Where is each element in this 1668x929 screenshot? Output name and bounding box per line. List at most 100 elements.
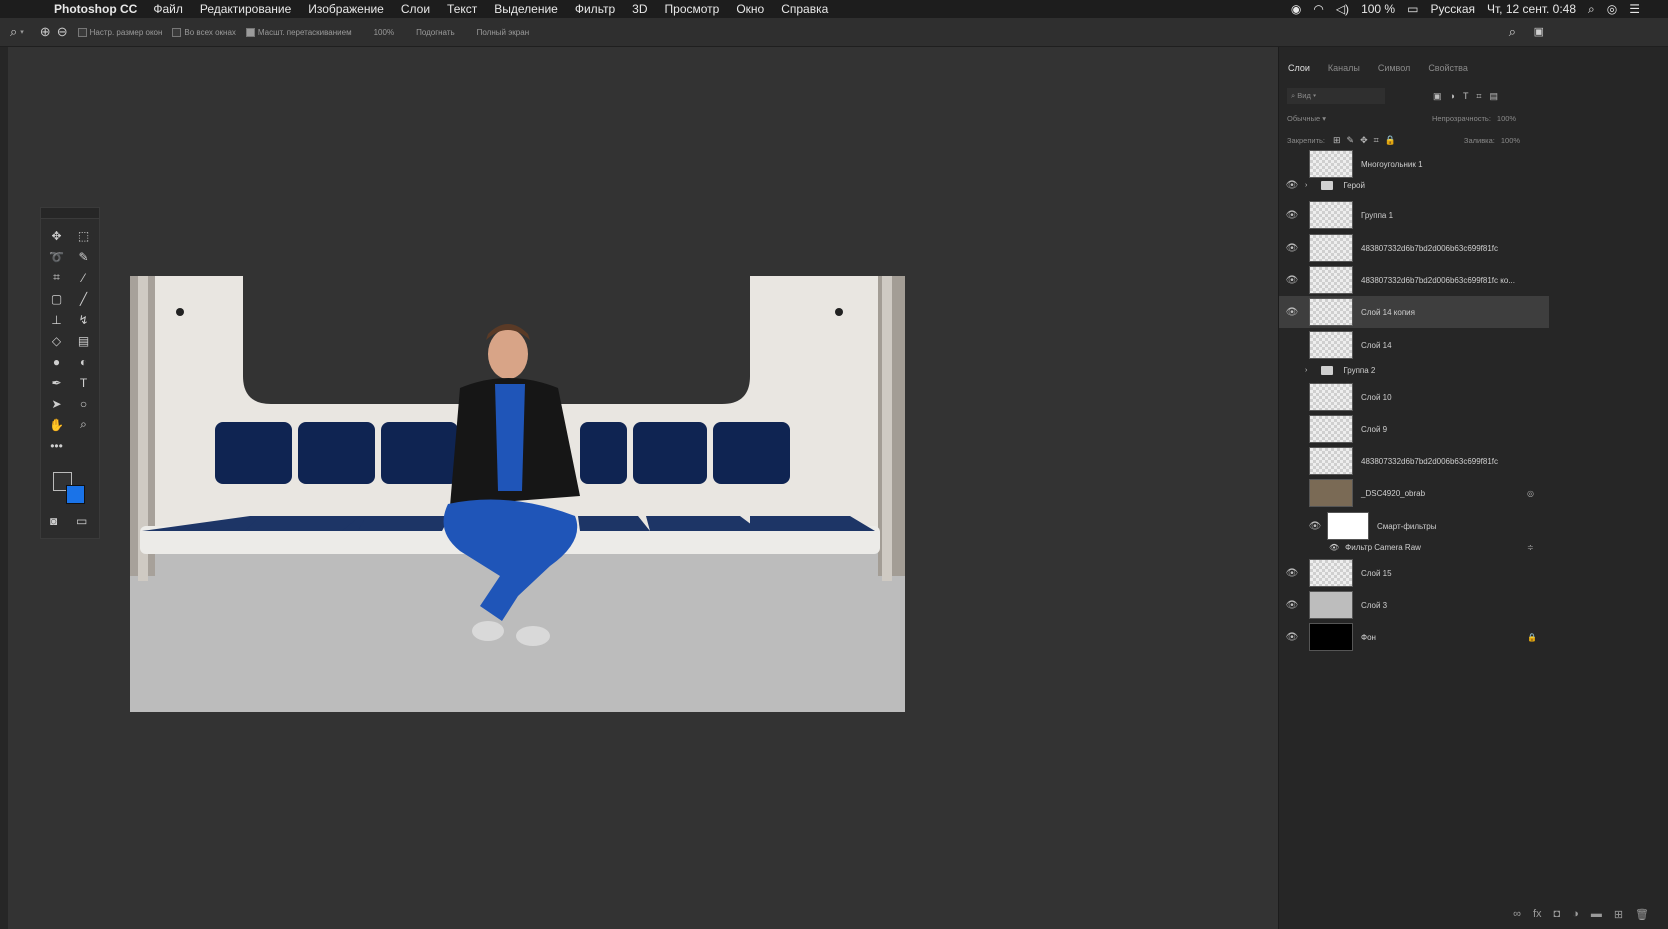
gradient-tool-icon[interactable]: ▤ [70,332,97,349]
path-select-tool-icon[interactable]: ➤ [43,395,70,412]
menu-edit[interactable]: Редактирование [200,2,291,16]
chevron-right-icon[interactable]: › [1305,182,1307,189]
layer-row[interactable]: _DSC4920_obrab ◎ [1279,477,1549,509]
layer-name[interactable]: Фильтр Camera Raw [1345,543,1421,552]
volume-icon[interactable]: ◁) [1336,2,1349,16]
eye-icon[interactable]: 👁 [1279,243,1305,254]
shape-tool-icon[interactable]: ○ [70,395,97,412]
new-layer-icon[interactable]: ⊞ [1614,908,1623,921]
layer-name[interactable]: Смарт-фильтры [1377,522,1436,531]
eye-icon[interactable]: 👁 [1279,632,1305,643]
clock[interactable]: Чт, 12 сент. 0:48 [1487,2,1576,16]
fx-icon[interactable]: fx [1533,908,1542,921]
all-windows-checkbox[interactable] [172,27,182,37]
record-icon[interactable]: ◉ [1291,2,1301,16]
app-menu[interactable]: Photoshop CC [54,2,137,16]
layer-row[interactable]: Слой 10 [1279,381,1549,413]
tab-properties[interactable]: Свойства [1428,63,1468,79]
layer-name[interactable]: Фон [1361,633,1376,642]
layer-group-row[interactable]: › Группа 2 [1279,359,1549,381]
layer-row[interactable]: 👁 Группа 1 [1279,199,1549,231]
adjustment-layer-icon[interactable]: ◑ [1572,908,1579,921]
resize-windows-checkbox[interactable] [77,27,87,37]
menu-filter[interactable]: Фильтр [575,2,615,16]
layer-name[interactable]: Многоугольник 1 [1361,160,1423,169]
crop-tool-icon[interactable]: ⌗ [43,269,70,286]
blur-tool-icon[interactable]: ● [43,353,70,370]
eye-icon[interactable]: 👁 [1279,275,1305,286]
blend-mode-select[interactable]: Обычные ▾ [1287,114,1432,123]
layer-name[interactable]: Группа 2 [1343,366,1375,375]
fill-screen-button[interactable]: Полный экран [477,28,529,37]
menu-help[interactable]: Справка [781,2,828,16]
layer-name[interactable]: Слой 3 [1361,601,1387,610]
menu-text[interactable]: Текст [447,2,477,16]
layer-name[interactable]: Слой 14 копия [1361,308,1415,317]
layer-name[interactable]: Группа 1 [1361,211,1393,220]
eye-icon[interactable]: 👁 [1279,307,1305,318]
dodge-tool-icon[interactable]: ◐ [70,353,97,370]
layer-name[interactable]: 483807332d6b7bd2d006b63c699f81fc [1361,244,1498,253]
zoom-100-button[interactable]: 100% [374,28,394,37]
quick-select-tool-icon[interactable]: ✎ [70,248,97,265]
move-tool-icon[interactable]: ✥ [43,227,70,244]
layer-name[interactable]: Слой 14 [1361,341,1392,350]
lock-icons[interactable]: ⊞✎✥⌗🔒 [1333,135,1402,146]
layer-group-row[interactable]: 👁 › Герой [1279,174,1549,196]
layer-row[interactable]: 👁 483807332d6b7bd2d006b63c699f81fc [1279,232,1549,264]
layer-row[interactable]: Слой 9 [1279,413,1549,445]
menu-image[interactable]: Изображение [308,2,384,16]
fit-screen-button[interactable]: Подогнать [416,28,455,37]
clone-stamp-tool-icon[interactable]: ⊥ [43,311,70,328]
pen-tool-icon[interactable]: ✒ [43,374,70,391]
layer-filter-icons[interactable]: ▣◑T⌗▤ [1433,91,1506,102]
new-group-icon[interactable]: ▬ [1591,908,1602,921]
link-layers-icon[interactable]: ∞ [1513,908,1521,921]
zoom-tool-icon[interactable]: ⌕ [70,416,97,433]
history-brush-tool-icon[interactable]: ↯ [70,311,97,328]
search-icon[interactable]: ⌕ [1509,24,1516,40]
workspace-icon[interactable]: ▣ [1534,25,1544,38]
tools-panel-grip[interactable] [41,208,99,219]
tab-layers[interactable]: Слои [1288,63,1310,79]
menu-file[interactable]: Файл [153,2,183,16]
wifi-icon[interactable]: ◠ [1313,2,1323,16]
lasso-tool-icon[interactable]: ➰ [43,248,70,265]
eye-icon[interactable]: 👁 [1279,568,1305,579]
menu-window[interactable]: Окно [736,2,764,16]
layer-name[interactable]: _DSC4920_obrab [1361,489,1425,498]
marquee-tool-icon[interactable]: ⬚ [70,227,97,244]
zoom-in-icon[interactable]: ⊕ [40,24,51,40]
tool-preset-chevron-icon[interactable]: ▾ [20,28,24,36]
layer-row[interactable]: Слой 14 [1279,329,1549,361]
eraser-tool-icon[interactable]: ◇ [43,332,70,349]
siri-icon[interactable]: ◎ [1607,2,1617,16]
opacity-value[interactable]: 100% [1497,114,1516,123]
eye-icon[interactable]: 👁 [1279,600,1305,611]
background-color-swatch[interactable] [66,485,85,504]
eye-icon[interactable]: 👁 [1307,521,1323,532]
layer-name[interactable]: Герой [1343,181,1365,190]
layer-name[interactable]: 483807332d6b7bd2d006b63c699f81fc [1361,457,1498,466]
eye-icon[interactable]: 👁 [1279,180,1305,191]
layer-row[interactable]: 👁 Фон 🔒 [1279,621,1549,653]
menu-layers[interactable]: Слои [401,2,430,16]
layer-name[interactable]: Слой 9 [1361,425,1387,434]
trash-icon[interactable]: 🗑 [1635,908,1649,921]
more-tools-icon[interactable]: ••• [43,437,70,454]
chevron-right-icon[interactable]: › [1305,367,1307,374]
kind-filter-select[interactable]: ⌕ Вид ▾ [1287,88,1385,104]
layer-name[interactable]: 483807332d6b7bd2d006b63c699f81fc ко... [1361,276,1515,285]
type-tool-icon[interactable]: T [70,374,97,391]
healing-brush-tool-icon[interactable]: ▢ [43,290,70,307]
layer-row[interactable]: 👁 483807332d6b7bd2d006b63c699f81fc ко... [1279,264,1549,296]
layer-name[interactable]: Слой 15 [1361,569,1392,578]
eye-icon[interactable]: 👁 [1329,543,1339,552]
quick-mask-icon[interactable]: ◙ [50,514,57,528]
document-canvas[interactable] [130,276,905,712]
zoom-tool-icon[interactable]: ⌕ [10,24,17,40]
filter-row[interactable]: 👁 Фильтр Camera Raw ≑ [1279,537,1599,557]
menu-3d[interactable]: 3D [632,2,647,16]
menu-select[interactable]: Выделение [494,2,558,16]
tab-channels[interactable]: Каналы [1328,63,1360,79]
